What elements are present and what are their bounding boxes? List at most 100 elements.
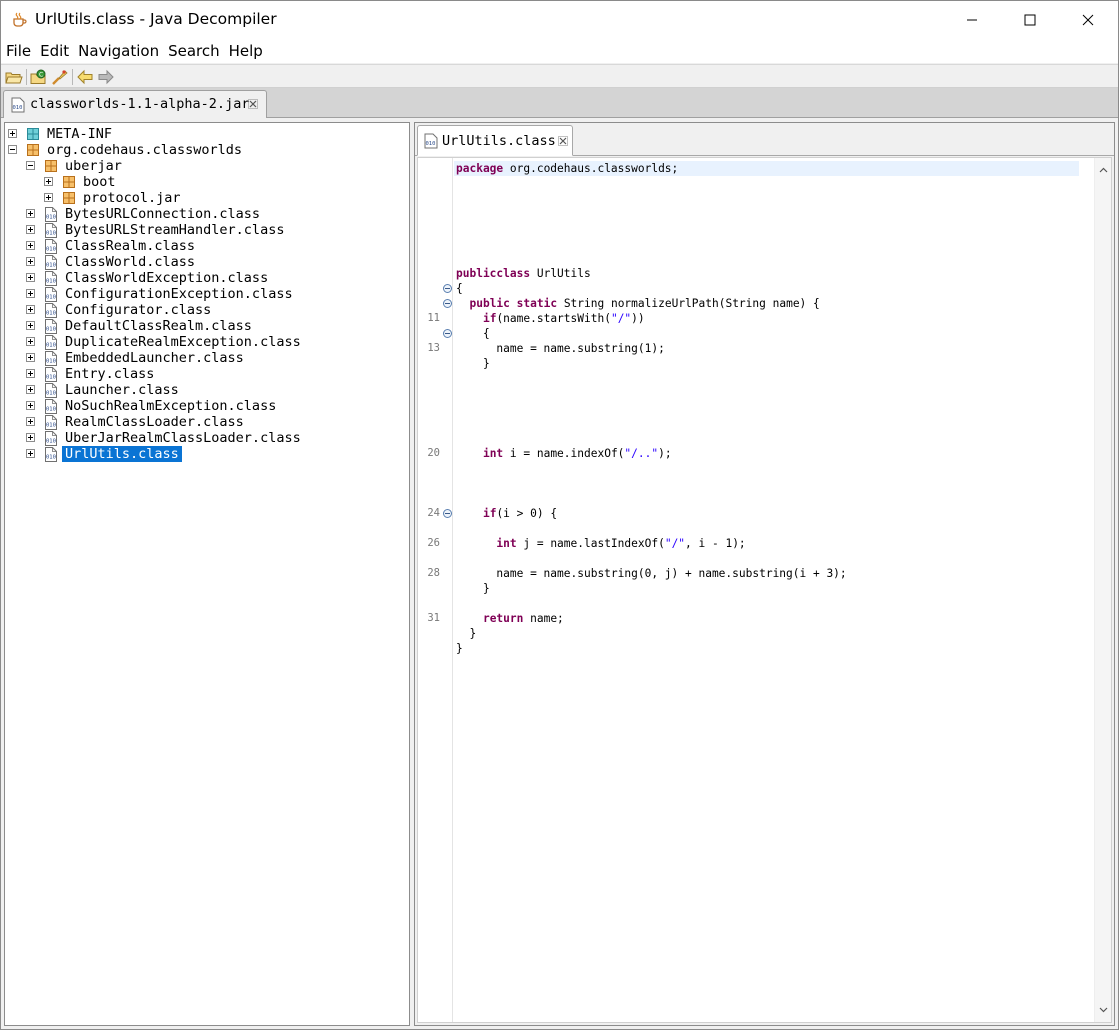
- title-bar[interactable]: UrlUtils.class - Java Decompiler: [1, 1, 1118, 39]
- expand-icon[interactable]: [26, 401, 35, 410]
- line-number: 13: [427, 342, 440, 354]
- app-window: UrlUtils.class - Java Decompiler File Ed…: [0, 0, 1119, 1030]
- expand-icon[interactable]: [26, 241, 35, 250]
- collapse-icon[interactable]: [26, 161, 35, 170]
- tree-item[interactable]: 010 DefaultClassRealm.class: [5, 318, 405, 334]
- editor-tab-strip: 010 UrlUtils.class: [415, 123, 1114, 156]
- meta-folder-icon: [26, 127, 40, 141]
- expand-icon[interactable]: [26, 305, 35, 314]
- tree-item-label: EmbeddedLauncher.class: [65, 350, 244, 366]
- tree-item[interactable]: 010 Entry.class: [5, 366, 405, 382]
- maximize-button[interactable]: [1007, 1, 1053, 39]
- class-file-icon: 010: [44, 351, 58, 366]
- tree-item[interactable]: 010 ClassWorldException.class: [5, 270, 405, 286]
- tree-item[interactable]: 010 RealmClassLoader.class: [5, 414, 405, 430]
- line-number: 31: [427, 612, 440, 624]
- tree-item-label: Configurator.class: [65, 302, 212, 318]
- tree-item[interactable]: 010 ConfigurationException.class: [5, 286, 405, 302]
- expand-icon[interactable]: [26, 353, 35, 362]
- tree-item-label: Entry.class: [65, 366, 155, 382]
- tree-item-label: META-INF: [47, 126, 113, 142]
- tree-item[interactable]: boot: [5, 174, 405, 190]
- tree-item[interactable]: 010 UberJarRealmClassLoader.class: [5, 430, 405, 446]
- menu-file[interactable]: File: [1, 39, 35, 63]
- close-tab-icon[interactable]: [558, 135, 568, 150]
- tree-item[interactable]: 010 Launcher.class: [5, 382, 405, 398]
- expand-icon[interactable]: [26, 209, 35, 218]
- class-file-icon: 010: [44, 415, 58, 430]
- tree-item-label: boot: [83, 174, 116, 190]
- expand-icon[interactable]: [26, 417, 35, 426]
- tree-item[interactable]: 010 EmbeddedLauncher.class: [5, 350, 405, 366]
- expand-icon[interactable]: [26, 289, 35, 298]
- back-icon[interactable]: [76, 68, 94, 86]
- code-line: }: [456, 627, 477, 640]
- menu-bar: File Edit Navigation Search Help: [1, 39, 1118, 63]
- scroll-down-icon[interactable]: [1099, 1002, 1108, 1017]
- open-type-icon[interactable]: C: [30, 68, 48, 86]
- code-line: }: [456, 642, 463, 655]
- tree-item[interactable]: 010 ClassWorld.class: [5, 254, 405, 270]
- tab-archive[interactable]: 010 classworlds-1.1-alpha-2.jar: [3, 90, 267, 118]
- menu-edit[interactable]: Edit: [35, 39, 73, 63]
- close-tab-icon[interactable]: [248, 98, 258, 113]
- expand-icon[interactable]: [26, 337, 35, 346]
- expand-icon[interactable]: [8, 129, 17, 138]
- vertical-scrollbar[interactable]: [1094, 158, 1111, 1022]
- scroll-up-icon[interactable]: [1099, 162, 1108, 177]
- editor-panel: 010 UrlUtils.class 11 13 20 24 26 28 31 packag…: [414, 122, 1115, 1026]
- expand-icon[interactable]: [26, 449, 35, 458]
- tree-item[interactable]: 010 BytesURLStreamHandler.class: [5, 222, 405, 238]
- expand-icon[interactable]: [26, 257, 35, 266]
- expand-icon[interactable]: [26, 385, 35, 394]
- expand-icon[interactable]: [26, 273, 35, 282]
- code-line: publicclass UrlUtils: [456, 267, 591, 280]
- menu-navigation[interactable]: Navigation: [73, 39, 163, 63]
- close-button[interactable]: [1065, 1, 1111, 39]
- expand-icon[interactable]: [26, 321, 35, 330]
- tree-item-label: BytesURLStreamHandler.class: [65, 222, 285, 238]
- expand-icon[interactable]: [26, 369, 35, 378]
- class-file-icon: 010: [44, 447, 58, 462]
- package-tree[interactable]: META-INF org.codehaus.classworlds uberjar b…: [4, 122, 410, 1026]
- fold-toggle-icon[interactable]: [443, 509, 452, 518]
- tree-item[interactable]: 010 NoSuchRealmException.class: [5, 398, 405, 414]
- svg-text:010: 010: [46, 231, 56, 237]
- tree-item[interactable]: 010 Configurator.class: [5, 302, 405, 318]
- line-number: 11: [427, 312, 440, 324]
- tree-item[interactable]: 010 DuplicateRealmException.class: [5, 334, 405, 350]
- minimize-button[interactable]: [949, 1, 995, 39]
- svg-text:C: C: [39, 72, 43, 79]
- tab-archive-label: classworlds-1.1-alpha-2.jar: [30, 96, 250, 112]
- menu-search[interactable]: Search: [163, 39, 224, 63]
- collapse-icon[interactable]: [8, 145, 17, 154]
- open-file-icon[interactable]: [5, 68, 23, 86]
- tab-urlutils[interactable]: 010 UrlUtils.class: [417, 125, 573, 156]
- package-icon: [62, 175, 76, 189]
- expand-icon[interactable]: [26, 225, 35, 234]
- tree-item[interactable]: META-INF: [5, 126, 405, 142]
- svg-text:010: 010: [46, 279, 56, 285]
- fold-toggle-icon[interactable]: [443, 299, 452, 308]
- search-icon[interactable]: [51, 68, 69, 86]
- menu-help[interactable]: Help: [224, 39, 267, 63]
- class-file-icon: 010: [44, 303, 58, 318]
- tree-item-label: ConfigurationException.class: [65, 286, 293, 302]
- fold-toggle-icon[interactable]: [443, 284, 452, 293]
- expand-icon[interactable]: [44, 177, 53, 186]
- expand-icon[interactable]: [44, 193, 53, 202]
- tree-item-label: ClassRealm.class: [65, 238, 196, 254]
- source-editor[interactable]: 11 13 20 24 26 28 31 package org.codehaus.clas…: [417, 157, 1112, 1023]
- line-number: 28: [427, 567, 440, 579]
- code-area[interactable]: package org.codehaus.classworlds; publicc…: [454, 158, 1079, 1022]
- tree-item[interactable]: uberjar: [5, 158, 405, 174]
- tree-item[interactable]: 010 ClassRealm.class: [5, 238, 405, 254]
- tree-item[interactable]: protocol.jar: [5, 190, 405, 206]
- fold-toggle-icon[interactable]: [443, 329, 452, 338]
- expand-icon[interactable]: [26, 433, 35, 442]
- forward-icon[interactable]: [97, 68, 115, 86]
- tree-item[interactable]: 010 UrlUtils.class: [5, 446, 405, 462]
- tree-item[interactable]: org.codehaus.classworlds: [5, 142, 405, 158]
- tree-item[interactable]: 010 BytesURLConnection.class: [5, 206, 405, 222]
- code-line: }: [456, 357, 490, 370]
